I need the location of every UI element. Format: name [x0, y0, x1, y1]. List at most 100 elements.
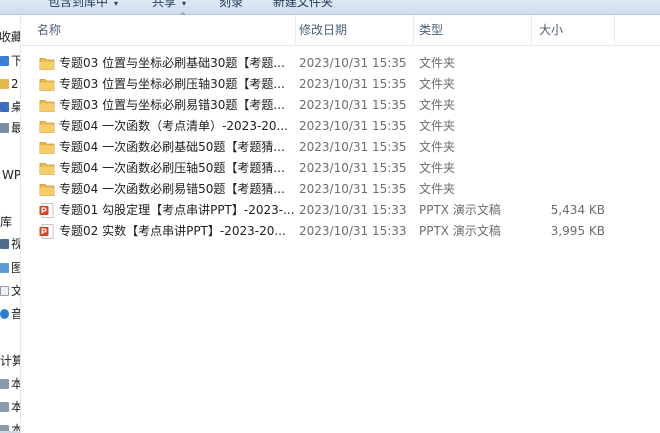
- nav-music[interactable]: 音: [0, 305, 20, 323]
- nav-computer[interactable]: 计算: [0, 352, 20, 370]
- nav-recent-label: 2: [11, 77, 19, 91]
- column-size[interactable]: 大小: [533, 15, 613, 45]
- column-name[interactable]: 名称: [31, 15, 295, 45]
- pptx-icon: [39, 224, 55, 239]
- nav-recent-places[interactable]: 最: [0, 119, 20, 137]
- include-in-library-button[interactable]: 包含到库中 ▾: [48, 0, 118, 10]
- chevron-down-icon: ▾: [114, 0, 119, 8]
- nav-computer-label: 计算: [0, 354, 20, 368]
- file-modified-date: 2023/10/31 15:35: [299, 56, 407, 70]
- nav-videos-label: 视: [11, 237, 20, 251]
- file-type: 文件夹: [419, 161, 456, 175]
- file-row[interactable]: 专题02 实数【考点串讲PPT】-2023-20... 2023/10/31 1…: [21, 221, 660, 242]
- file-size: 5,434 KB: [550, 203, 605, 217]
- new-folder-button[interactable]: 新建文件夹: [273, 0, 333, 10]
- music-icon: [0, 309, 9, 319]
- file-name: 专题01 勾股定理【考点串讲PPT】-2023-...: [59, 203, 295, 217]
- file-type: 文件夹: [419, 182, 456, 196]
- desktop-icon: [0, 102, 9, 112]
- nav-pictures[interactable]: 图: [0, 259, 20, 277]
- nav-downloads[interactable]: 下: [0, 52, 20, 70]
- nav-recent-places-label: 最: [11, 121, 20, 135]
- nav-favorites[interactable]: 收藏: [0, 28, 20, 46]
- burn-button[interactable]: 刻录: [219, 0, 243, 10]
- nav-libraries-label: 库: [0, 215, 13, 229]
- file-row[interactable]: 专题04 一次函数必刷易错50题【考题猜... 2023/10/31 15:35…: [21, 179, 660, 200]
- folder-icon: [39, 140, 55, 155]
- recent-places-icon: [0, 123, 9, 133]
- file-type: 文件夹: [419, 119, 456, 133]
- nav-local-disk-2[interactable]: 本: [0, 398, 20, 416]
- nav-videos[interactable]: 视: [0, 235, 20, 253]
- nav-music-label: 音: [11, 307, 20, 321]
- nav-local-disk-2-label: 本: [11, 400, 20, 414]
- share-button[interactable]: 共享 ▾: [152, 0, 186, 10]
- file-name: 专题04 一次函数必刷压轴50题【考题猜...: [59, 161, 285, 175]
- nav-libraries[interactable]: 库: [0, 213, 20, 231]
- nav-local-disk-1[interactable]: 本: [0, 375, 20, 393]
- file-type: 文件夹: [419, 56, 456, 70]
- column-header-bar: ^ 名称 修改日期 类型 大小: [21, 12, 660, 46]
- file-row[interactable]: 专题04 一次函数必刷基础50题【考题猜... 2023/10/31 15:35…: [21, 137, 660, 158]
- file-row[interactable]: 专题03 位置与坐标必刷压轴30题【考题... 2023/10/31 15:35…: [21, 74, 660, 95]
- folder-icon: [39, 182, 55, 197]
- folder-icon: [39, 56, 55, 71]
- video-icon: [0, 239, 9, 249]
- pptx-icon: [39, 203, 55, 218]
- column-type[interactable]: 类型: [413, 15, 523, 45]
- file-row[interactable]: 专题01 勾股定理【考点串讲PPT】-2023-... 2023/10/31 1…: [21, 200, 660, 221]
- file-type: PPTX 演示文稿: [419, 203, 501, 217]
- file-row[interactable]: 专题03 位置与坐标必刷基础30题【考题... 2023/10/31 15:35…: [21, 53, 660, 74]
- nav-favorites-label: 收藏: [0, 30, 20, 44]
- share-label: 共享: [152, 0, 177, 9]
- picture-icon: [0, 263, 9, 273]
- folder-icon: [39, 161, 55, 176]
- file-type: 文件夹: [419, 77, 456, 91]
- file-modified-date: 2023/10/31 15:33: [299, 224, 407, 238]
- column-divider[interactable]: [531, 15, 532, 45]
- navigation-pane: 收藏 下 2 桌 最 WP 库 视 图 文 音 计算 本 本 本: [0, 15, 21, 433]
- column-date[interactable]: 修改日期: [293, 15, 411, 45]
- file-modified-date: 2023/10/31 15:35: [299, 119, 407, 133]
- file-name: 专题03 位置与坐标必刷易错30题【考题...: [59, 98, 285, 112]
- folder-icon: [0, 79, 9, 89]
- file-row[interactable]: 专题04 一次函数必刷压轴50题【考题猜... 2023/10/31 15:35…: [21, 158, 660, 179]
- drive-icon: [0, 402, 9, 412]
- include-in-library-label: 包含到库中: [48, 0, 109, 9]
- file-row[interactable]: 专题04 一次函数（考点清单）-2023-20... 2023/10/31 15…: [21, 116, 660, 137]
- file-type: PPTX 演示文稿: [419, 224, 501, 238]
- drive-icon: [0, 379, 9, 389]
- nav-wps[interactable]: WP: [0, 166, 20, 184]
- nav-recent[interactable]: 2: [0, 75, 20, 93]
- file-name: 专题03 位置与坐标必刷压轴30题【考题...: [59, 77, 285, 91]
- folder-icon: [39, 119, 55, 134]
- document-icon: [0, 286, 9, 296]
- nav-documents-label: 文: [11, 284, 20, 298]
- nav-desktop-label: 桌: [11, 100, 20, 114]
- file-modified-date: 2023/10/31 15:35: [299, 161, 407, 175]
- file-modified-date: 2023/10/31 15:35: [299, 182, 407, 196]
- file-modified-date: 2023/10/31 15:33: [299, 203, 407, 217]
- file-modified-date: 2023/10/31 15:35: [299, 77, 407, 91]
- file-name: 专题04 一次函数（考点清单）-2023-20...: [59, 119, 288, 133]
- nav-local-disk-1-label: 本: [11, 377, 20, 391]
- file-modified-date: 2023/10/31 15:35: [299, 98, 407, 112]
- nav-downloads-label: 下: [11, 54, 20, 68]
- folder-icon: [39, 98, 55, 113]
- nav-documents[interactable]: 文: [0, 282, 20, 300]
- file-type: 文件夹: [419, 98, 456, 112]
- download-icon: [0, 56, 9, 66]
- file-modified-date: 2023/10/31 15:35: [299, 140, 407, 154]
- folder-icon: [39, 77, 55, 92]
- chevron-down-icon: ▾: [182, 0, 187, 8]
- file-name: 专题04 一次函数必刷基础50题【考题猜...: [59, 140, 285, 154]
- file-row[interactable]: 专题03 位置与坐标必刷易错30题【考题... 2023/10/31 15:35…: [21, 95, 660, 116]
- column-divider[interactable]: [614, 15, 615, 45]
- nav-desktop[interactable]: 桌: [0, 98, 20, 116]
- file-name: 专题03 位置与坐标必刷基础30题【考题...: [59, 56, 285, 70]
- file-type: 文件夹: [419, 140, 456, 154]
- file-name: 专题04 一次函数必刷易错50题【考题猜...: [59, 182, 285, 196]
- file-size: 3,995 KB: [550, 224, 605, 238]
- file-name: 专题02 实数【考点串讲PPT】-2023-20...: [59, 224, 286, 238]
- nav-pictures-label: 图: [11, 261, 20, 275]
